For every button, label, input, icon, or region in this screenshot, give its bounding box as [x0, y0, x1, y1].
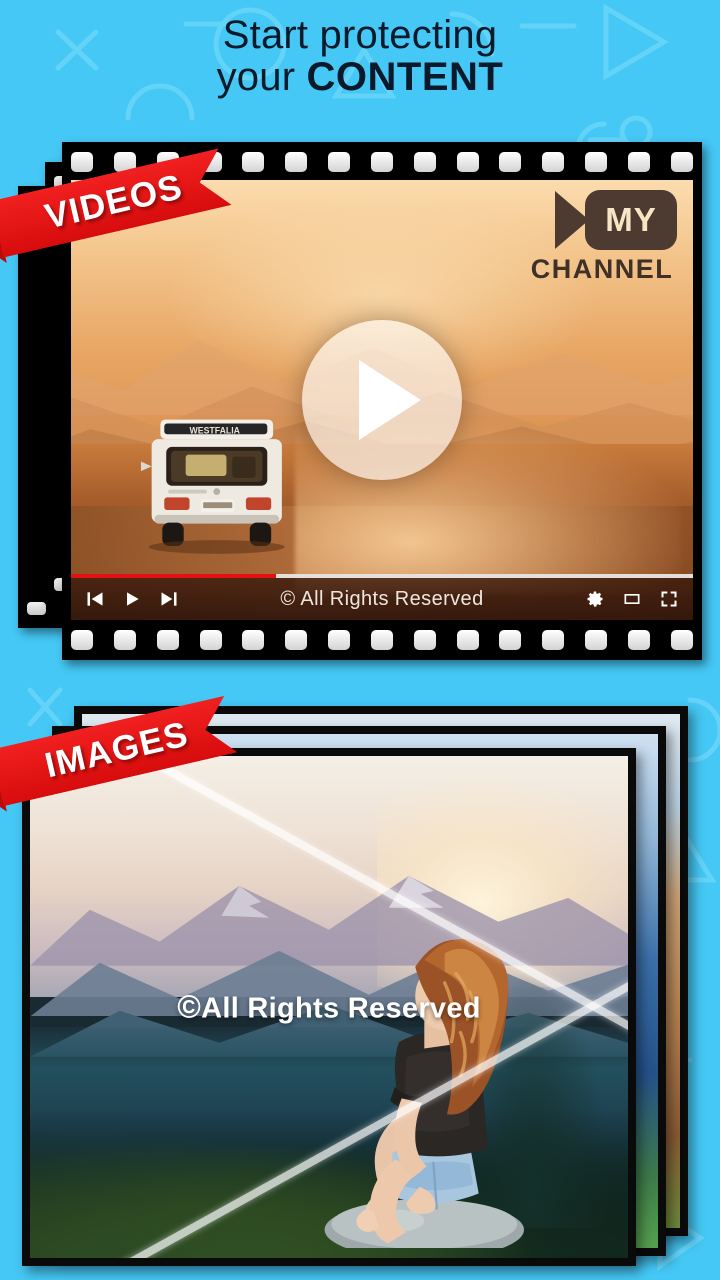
- sprocket-hole-icon: [627, 152, 650, 172]
- headline-line-2: your CONTENT: [0, 56, 720, 98]
- channel-watermark: MY CHANNEL: [527, 190, 677, 285]
- woman-figure: [311, 908, 526, 1248]
- sprocket-hole-icon: [370, 630, 393, 650]
- sprocket-hole-icon: [456, 152, 479, 172]
- sprocket-hole-icon: [542, 152, 565, 172]
- play-icon[interactable]: [122, 589, 142, 609]
- headline-line-1: Start protecting: [222, 13, 498, 57]
- controls-right-group: [585, 589, 679, 609]
- sprocket-hole-icon: [413, 152, 436, 172]
- sprocket-hole-icon: [156, 630, 179, 650]
- sprocket-hole-icon: [242, 152, 265, 172]
- sprocket-hole-icon: [328, 630, 351, 650]
- sprocket-hole-icon: [499, 630, 522, 650]
- sprocket-hole-icon: [585, 152, 608, 172]
- sprocket-row-bottom: [62, 629, 702, 651]
- sprocket-hole-icon: [242, 630, 265, 650]
- sprocket-hole-icon: [71, 630, 93, 650]
- images-section: ©All Rights Reserved IMAGES: [0, 700, 720, 1270]
- video-player[interactable]: WESTFALIA MY CHANNEL © All Rights Reserv…: [71, 180, 693, 620]
- controls-left-group: [85, 589, 179, 609]
- sprocket-hole-icon: [456, 630, 479, 650]
- sprocket-hole-icon: [670, 152, 693, 172]
- controls-row: © All Rights Reserved: [71, 578, 693, 620]
- settings-gear-icon[interactable]: [585, 589, 605, 609]
- play-button[interactable]: [302, 320, 462, 480]
- play-icon: [359, 360, 421, 440]
- headline-line-2-prefix: your: [216, 55, 307, 100]
- sprocket-hole-icon: [413, 630, 436, 650]
- photo-card-front[interactable]: ©All Rights Reserved: [22, 748, 636, 1266]
- sprocket-hole-icon: [71, 152, 93, 172]
- sprocket-hole-icon: [328, 152, 351, 172]
- photo-woman-mountains: ©All Rights Reserved: [30, 756, 628, 1258]
- page-title: Start protecting your CONTENT: [0, 14, 720, 99]
- sprocket-hole-icon: [627, 630, 650, 650]
- camper-van: WESTFALIA: [139, 408, 295, 554]
- channel-watermark-label: CHANNEL: [530, 254, 674, 284]
- svg-text:WESTFALIA: WESTFALIA: [190, 425, 241, 435]
- photo-scene: [30, 756, 628, 1258]
- headline-line-2-strong: CONTENT: [306, 55, 504, 100]
- camera-lens-triangle-icon: [555, 191, 589, 249]
- miniplayer-icon[interactable]: [622, 589, 642, 609]
- video-camera-icon: MY: [527, 190, 677, 250]
- sprocket-hole-icon: [670, 630, 693, 650]
- sprocket-hole-icon: [285, 152, 308, 172]
- videos-section: WESTFALIA MY CHANNEL © All Rights Reserv…: [0, 138, 720, 686]
- sprocket-hole-icon: [585, 630, 608, 650]
- previous-track-icon[interactable]: [85, 589, 105, 609]
- channel-badge-text: MY: [585, 190, 677, 250]
- sprocket-hole-icon: [285, 630, 308, 650]
- fullscreen-icon[interactable]: [659, 589, 679, 609]
- sprocket-hole-icon: [113, 630, 136, 650]
- sprocket-hole-icon: [370, 152, 393, 172]
- sprocket-hole-icon: [199, 630, 222, 650]
- sprocket-hole-icon: [542, 630, 565, 650]
- sprocket-hole-icon: [27, 601, 46, 615]
- sprocket-hole-icon: [499, 152, 522, 172]
- next-track-icon[interactable]: [159, 589, 179, 609]
- player-controls-bar[interactable]: © All Rights Reserved: [71, 574, 693, 620]
